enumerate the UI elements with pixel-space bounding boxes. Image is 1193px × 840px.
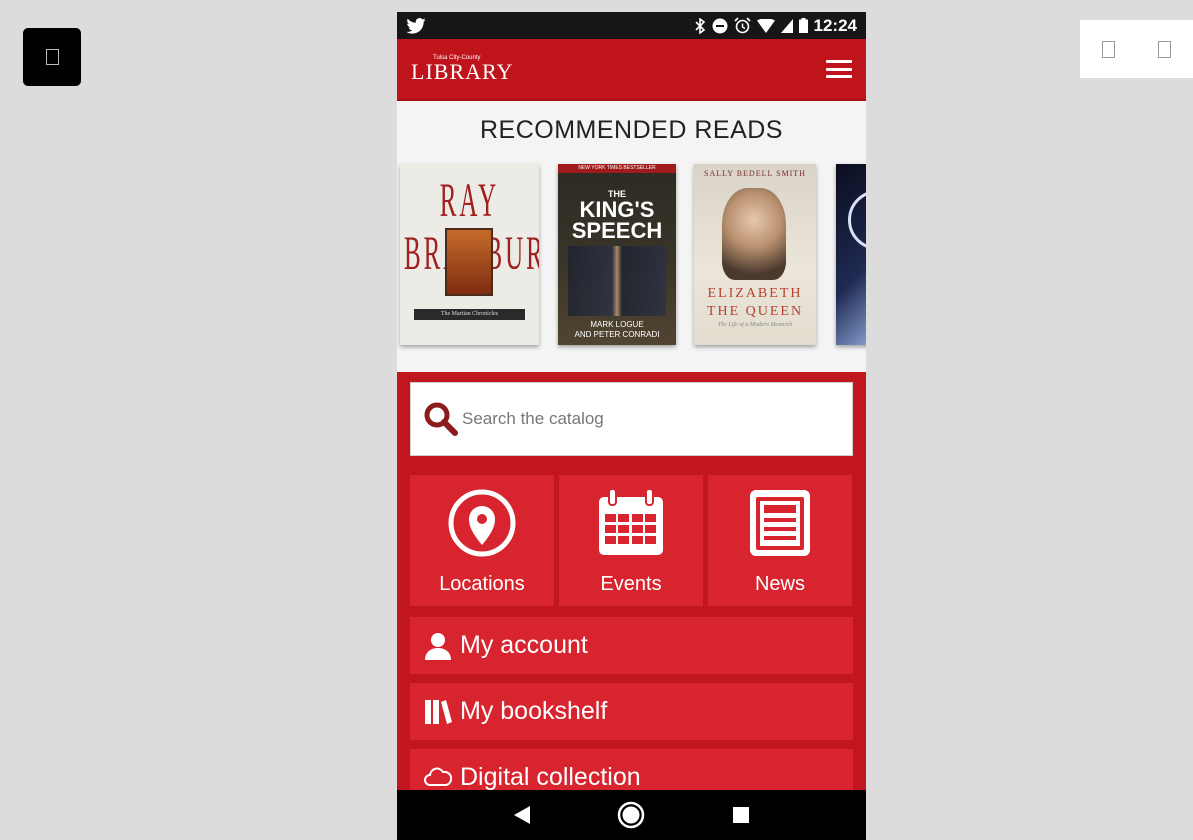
book-subtitle: The Life of a Modern Monarch	[717, 322, 793, 328]
recommended-reads-section: RECOMMENDED READS RAY BRADBURY The Marti…	[397, 101, 866, 372]
square-box-icon[interactable]	[1158, 40, 1172, 58]
do-not-disturb-icon	[712, 18, 728, 33]
cover-art	[722, 188, 786, 280]
menu-item-my-account[interactable]: My account	[410, 617, 853, 674]
app-header: Tulsa City-County LIBRARY	[397, 39, 866, 101]
wifi-icon	[756, 18, 775, 33]
signal-icon	[780, 18, 793, 33]
book-title: ELIZABETH THE QUEEN	[706, 286, 804, 319]
newspaper-icon	[750, 490, 810, 556]
status-bar: 12:24	[397, 12, 866, 39]
bookshelf-icon	[425, 699, 452, 724]
recents-icon[interactable]	[726, 800, 756, 830]
menu-item-label: My account	[460, 631, 588, 659]
status-icons: 12:24	[694, 16, 857, 36]
tile-label: Events	[600, 573, 662, 595]
book-title: The Martian Chronicles	[414, 309, 525, 320]
tile-label: Locations	[439, 573, 525, 595]
tile-events[interactable]: Events	[559, 475, 703, 606]
menu-item-label: My bookshelf	[460, 697, 608, 725]
twitter-icon	[406, 17, 426, 34]
calendar-icon	[599, 488, 663, 555]
android-nav-bar	[397, 790, 866, 840]
home-icon[interactable]	[616, 800, 646, 830]
tile-news[interactable]: News	[708, 475, 852, 606]
location-pin-icon	[448, 489, 516, 557]
tile-label: News	[754, 573, 805, 595]
tile-locations[interactable]: Locations	[410, 475, 554, 606]
cover-art	[568, 246, 666, 316]
book-cover[interactable]: SALLY BEDELL SMITH ELIZABETH THE QUEEN T…	[694, 164, 816, 345]
book-cover[interactable]: NEW YORK TIMES BESTSELLER THE KING'S SPE…	[558, 164, 676, 345]
status-time: 12:24	[813, 15, 857, 35]
search-icon[interactable]	[423, 401, 459, 437]
book-carousel[interactable]: RAY BRADBURY The Martian Chronicles NEW …	[397, 159, 866, 349]
battery-icon	[798, 18, 808, 33]
outer-left-button[interactable]	[23, 28, 81, 86]
menu-item-label: Digital collection	[460, 763, 641, 791]
phone-screen: 12:24 Tulsa City-County LIBRARY RECOMMEN…	[397, 12, 866, 840]
square-box-icon	[45, 49, 59, 65]
search-input[interactable]	[462, 409, 840, 429]
outer-right-toolbar	[1080, 20, 1193, 78]
library-logo[interactable]: Tulsa City-County LIBRARY	[411, 55, 513, 83]
book-cover[interactable]	[836, 164, 866, 345]
menu-item-my-bookshelf[interactable]: My bookshelf	[410, 683, 853, 740]
back-icon[interactable]	[507, 800, 537, 830]
book-cover[interactable]: RAY BRADBURY The Martian Chronicles	[400, 164, 539, 345]
hamburger-menu-icon[interactable]	[826, 60, 852, 78]
logo-main-text: LIBRARY	[411, 59, 514, 84]
quick-tiles: Locations Events News	[410, 475, 853, 606]
cloud-icon	[424, 767, 452, 786]
book-authors: MARK LOGUE AND PETER CONRADI	[574, 320, 660, 339]
search-box[interactable]	[410, 382, 853, 456]
bluetooth-icon	[694, 17, 705, 34]
cover-art	[445, 228, 493, 296]
main-menu: Locations Events	[397, 372, 866, 806]
cover-art	[848, 190, 866, 250]
square-box-icon[interactable]	[1101, 40, 1115, 58]
book-banner: NEW YORK TIMES BESTSELLER	[558, 164, 676, 173]
book-title: THE KING'S SPEECH	[571, 189, 663, 243]
user-icon	[425, 632, 451, 660]
alarm-icon	[733, 17, 751, 34]
section-title: RECOMMENDED READS	[480, 115, 783, 144]
book-author: SALLY BEDELL SMITH	[704, 169, 806, 178]
